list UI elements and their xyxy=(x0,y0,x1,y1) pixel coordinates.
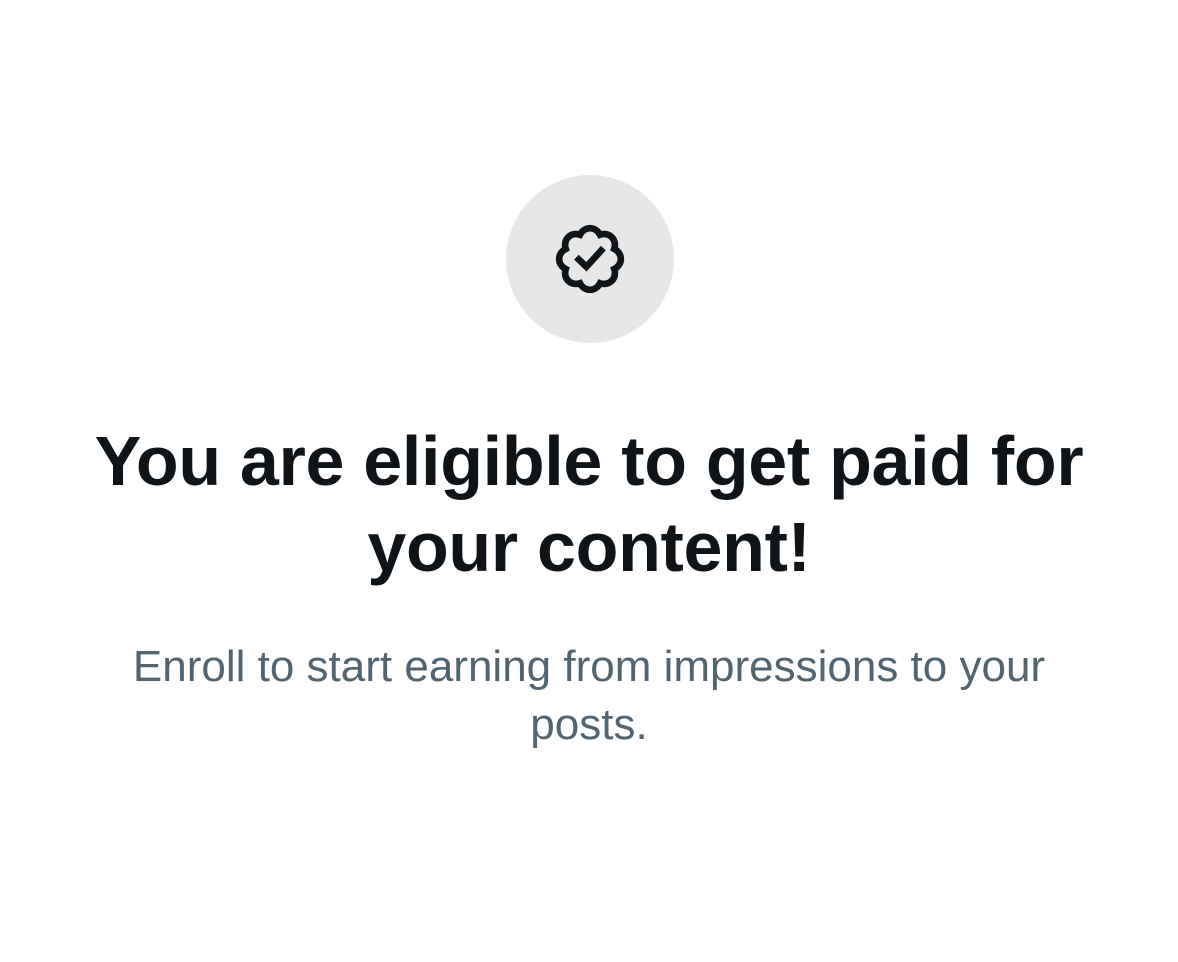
enroll-description: Enroll to start earning from impressions… xyxy=(132,642,1046,749)
badge-icon-circle xyxy=(506,175,674,343)
eligibility-headline: You are eligible to get paid for your co… xyxy=(94,422,1084,586)
verified-badge-check-icon xyxy=(555,224,625,294)
monetization-eligibility-screen: You are eligible to get paid for your co… xyxy=(0,0,1178,962)
